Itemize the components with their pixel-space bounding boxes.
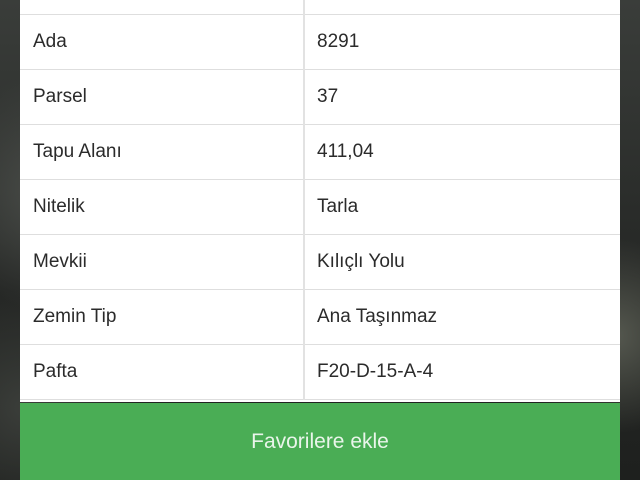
row-label-ada: Ada xyxy=(20,14,305,70)
row-value-pafta: F20-D-15-A-4 xyxy=(304,344,620,400)
parcel-info-panel: Ada 8291 Parsel 37 Tapu Alanı 411,04 Nit… xyxy=(20,0,620,402)
row-value-mevkii: Kılıçlı Yolu xyxy=(304,234,620,290)
row-label-pafta: Pafta xyxy=(20,344,305,400)
table-row-pafta: Pafta F20-D-15-A-4 xyxy=(20,344,620,400)
table-row-mevkii: Mevkii Kılıçlı Yolu xyxy=(20,234,620,290)
row-label-zemin-tip: Zemin Tip xyxy=(20,289,305,345)
row-label-nitelik: Nitelik xyxy=(20,179,305,235)
row-label xyxy=(20,0,305,15)
row-value-tapu-alani: 411,04 xyxy=(304,124,620,180)
parcel-info-table: Ada 8291 Parsel 37 Tapu Alanı 411,04 Nit… xyxy=(20,0,620,400)
table-row-nitelik: Nitelik Tarla xyxy=(20,179,620,235)
table-row-zemin-tip: Zemin Tip Ana Taşınmaz xyxy=(20,289,620,345)
row-label-mevkii: Mevkii xyxy=(20,234,305,290)
row-label-tapu-alani: Tapu Alanı xyxy=(20,124,305,180)
row-label-parsel: Parsel xyxy=(20,69,305,125)
row-value-parsel: 37 xyxy=(304,69,620,125)
table-row-parsel: Parsel 37 xyxy=(20,69,620,125)
table-row-tapu-alani: Tapu Alanı 411,04 xyxy=(20,124,620,180)
row-value-nitelik: Tarla xyxy=(304,179,620,235)
row-value-zemin-tip: Ana Taşınmaz xyxy=(304,289,620,345)
table-row-ada: Ada 8291 xyxy=(20,14,620,70)
row-value xyxy=(304,0,620,15)
table-row-partial xyxy=(20,0,620,15)
add-to-favorites-button[interactable]: Favorilere ekle xyxy=(20,403,620,480)
row-value-ada: 8291 xyxy=(304,14,620,70)
